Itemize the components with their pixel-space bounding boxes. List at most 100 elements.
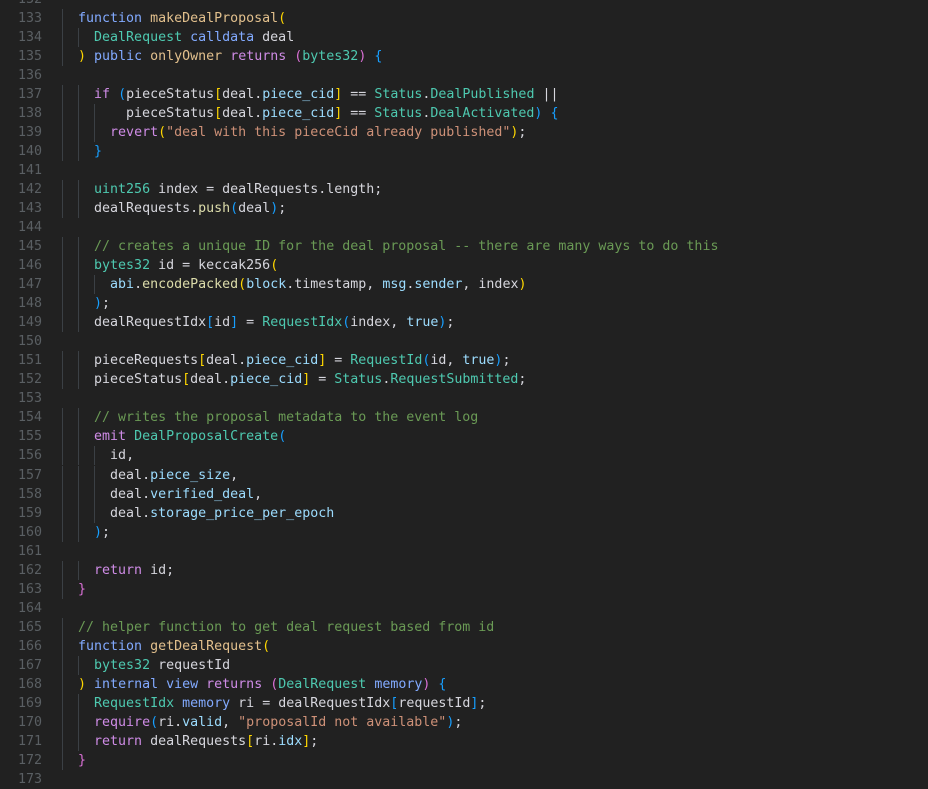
code-line[interactable]: 165 // helper function to get deal reque… xyxy=(0,617,928,637)
code-line[interactable]: 142 uint256 index = dealRequests.length; xyxy=(0,180,928,200)
code-token: revert xyxy=(110,125,159,141)
code-line[interactable]: 153 xyxy=(0,389,928,408)
code-line[interactable]: 148 ); xyxy=(0,294,928,314)
code-token: . xyxy=(142,486,151,502)
code-line-content[interactable]: revert("deal with this pieceCid already … xyxy=(52,123,928,143)
line-number: 172 xyxy=(17,752,42,768)
code-line-content[interactable]: return dealRequests[ri.idx]; xyxy=(52,731,928,751)
code-token: [ xyxy=(214,106,223,122)
code-line-content[interactable]: deal.storage_price_per_epoch xyxy=(52,503,928,523)
code-line[interactable]: 154 // writes the proposal metadata to t… xyxy=(0,408,928,428)
code-line-content[interactable]: if (pieceStatus[deal.piece_cid] == Statu… xyxy=(52,85,928,105)
code-line-content[interactable]: DealRequest calldata deal xyxy=(52,28,928,48)
code-line[interactable]: 172 } xyxy=(0,750,928,770)
code-line-content[interactable]: pieceRequests[deal.piece_cid] = RequestI… xyxy=(52,351,928,371)
code-line-content[interactable]: pieceStatus[deal.piece_cid] == Status.De… xyxy=(52,104,928,124)
line-number: 153 xyxy=(17,391,42,407)
code-line[interactable]: 170 require(ri.valid, "proposalId not av… xyxy=(0,712,928,732)
code-line[interactable]: 143 dealRequests.push(deal); xyxy=(0,199,928,219)
code-line-content[interactable]: deal.piece_size, xyxy=(52,465,928,485)
code-line-content[interactable]: bytes32 id = keccak256( xyxy=(52,256,928,276)
code-line[interactable]: 171 return dealRequests[ri.idx]; xyxy=(0,731,928,751)
code-token: ) xyxy=(518,277,527,293)
code-line[interactable]: 166 function getDealRequest( xyxy=(0,636,928,656)
code-line[interactable]: 159 deal.storage_price_per_epoch xyxy=(0,503,928,523)
code-token: Status xyxy=(334,372,383,388)
code-line[interactable]: 164 xyxy=(0,599,928,618)
code-line[interactable]: 160 ); xyxy=(0,522,928,542)
code-token: RequestSubmitted xyxy=(390,372,519,388)
code-line-content[interactable]: id, xyxy=(52,446,928,466)
line-number: 144 xyxy=(17,220,42,236)
code-line-content[interactable]: ) internal view returns (DealRequest mem… xyxy=(52,674,928,694)
code-token: id xyxy=(158,258,175,274)
code-line[interactable]: 157 deal.piece_size, xyxy=(0,465,928,485)
code-line[interactable]: 158 deal.verified_deal, xyxy=(0,484,928,504)
code-line[interactable]: 151 pieceRequests[deal.piece_cid] = Requ… xyxy=(0,351,928,371)
code-line[interactable]: 133 function makeDealProposal( xyxy=(0,9,928,29)
code-line[interactable]: 155 emit DealProposalCreate( xyxy=(0,427,928,447)
code-line[interactable]: 152 pieceStatus[deal.piece_cid] = Status… xyxy=(0,370,928,390)
code-line-content[interactable]: // writes the proposal metadata to the e… xyxy=(52,408,928,428)
code-editor[interactable]: 132133 function makeDealProposal(134 Dea… xyxy=(0,0,928,788)
code-line-content[interactable]: function makeDealProposal( xyxy=(52,9,928,29)
code-line-content[interactable]: uint256 index = dealRequests.length; xyxy=(52,180,928,200)
code-line[interactable]: 136 xyxy=(0,66,928,85)
code-line[interactable]: 167 bytes32 requestId xyxy=(0,655,928,675)
code-line-content[interactable]: } xyxy=(52,142,928,162)
code-token: calldata xyxy=(190,30,255,46)
code-line[interactable]: 149 dealRequestIdx[id] = RequestIdx(inde… xyxy=(0,313,928,333)
code-line-content[interactable]: // creates a unique ID for the deal prop… xyxy=(52,237,928,257)
code-line[interactable]: 135 ) public onlyOwner returns (bytes32)… xyxy=(0,47,928,67)
code-line-content[interactable]: return id; xyxy=(52,560,928,580)
code-token: , xyxy=(446,353,463,369)
code-line-content[interactable]: require(ri.valid, "proposalId not availa… xyxy=(52,712,928,732)
code-line-content[interactable]: function getDealRequest( xyxy=(52,636,928,656)
code-token: ; xyxy=(446,315,455,331)
code-line[interactable]: 161 xyxy=(0,542,928,561)
code-line[interactable]: 140 } xyxy=(0,142,928,162)
code-line[interactable]: 168 ) internal view returns (DealRequest… xyxy=(0,674,928,694)
code-line[interactable]: 162 return id; xyxy=(0,560,928,580)
code-line-content[interactable]: } xyxy=(52,750,928,770)
code-line[interactable]: 173 xyxy=(0,770,928,789)
code-token: // writes the proposal metadata to the e… xyxy=(94,410,479,426)
code-token: , xyxy=(254,486,263,502)
code-line-content[interactable]: } xyxy=(52,579,928,599)
code-line[interactable]: 139 revert("deal with this pieceCid alre… xyxy=(0,123,928,143)
code-line-content[interactable]: bytes32 requestId xyxy=(52,655,928,675)
code-line[interactable]: 134 DealRequest calldata deal xyxy=(0,28,928,48)
code-line[interactable]: 141 xyxy=(0,161,928,180)
code-token: ( xyxy=(238,277,247,293)
code-line-content[interactable]: ); xyxy=(52,294,928,314)
line-number: 134 xyxy=(17,30,42,46)
code-line[interactable]: 146 bytes32 id = keccak256( xyxy=(0,256,928,276)
code-line-content[interactable]: RequestIdx memory ri = dealRequestIdx[re… xyxy=(52,693,928,713)
code-lines-container[interactable]: 132133 function makeDealProposal(134 Dea… xyxy=(0,0,928,788)
code-line[interactable]: 163 } xyxy=(0,579,928,599)
code-line[interactable]: 132 xyxy=(0,0,928,9)
code-line[interactable]: 137 if (pieceStatus[deal.piece_cid] == S… xyxy=(0,85,928,105)
code-line[interactable]: 144 xyxy=(0,218,928,237)
code-line[interactable]: 169 RequestIdx memory ri = dealRequestId… xyxy=(0,693,928,713)
code-line[interactable]: 150 xyxy=(0,332,928,351)
code-line-content[interactable]: deal.verified_deal, xyxy=(52,484,928,504)
code-line[interactable]: 156 id, xyxy=(0,446,928,466)
code-token: ) xyxy=(78,676,87,692)
code-line[interactable]: 145 // creates a unique ID for the deal … xyxy=(0,237,928,257)
code-line-content[interactable]: ); xyxy=(52,522,928,542)
code-line-content[interactable]: pieceStatus[deal.piece_cid] = Status.Req… xyxy=(52,370,928,390)
code-line[interactable]: 147 abi.encodePacked(block.timestamp, ms… xyxy=(0,275,928,295)
code-line-content[interactable]: emit DealProposalCreate( xyxy=(52,427,928,447)
code-line-content[interactable]: ) public onlyOwner returns (bytes32) { xyxy=(52,47,928,67)
code-token: ; xyxy=(102,296,111,312)
code-line-content[interactable]: abi.encodePacked(block.timestamp, msg.se… xyxy=(52,275,928,295)
code-line-content[interactable]: // helper function to get deal request b… xyxy=(52,617,928,637)
code-line-content[interactable]: dealRequests.push(deal); xyxy=(52,199,928,219)
code-line[interactable]: 138 pieceStatus[deal.piece_cid] == Statu… xyxy=(0,104,928,124)
code-token: index xyxy=(350,315,391,331)
code-line-content[interactable]: dealRequestIdx[id] = RequestIdx(index, t… xyxy=(52,313,928,333)
